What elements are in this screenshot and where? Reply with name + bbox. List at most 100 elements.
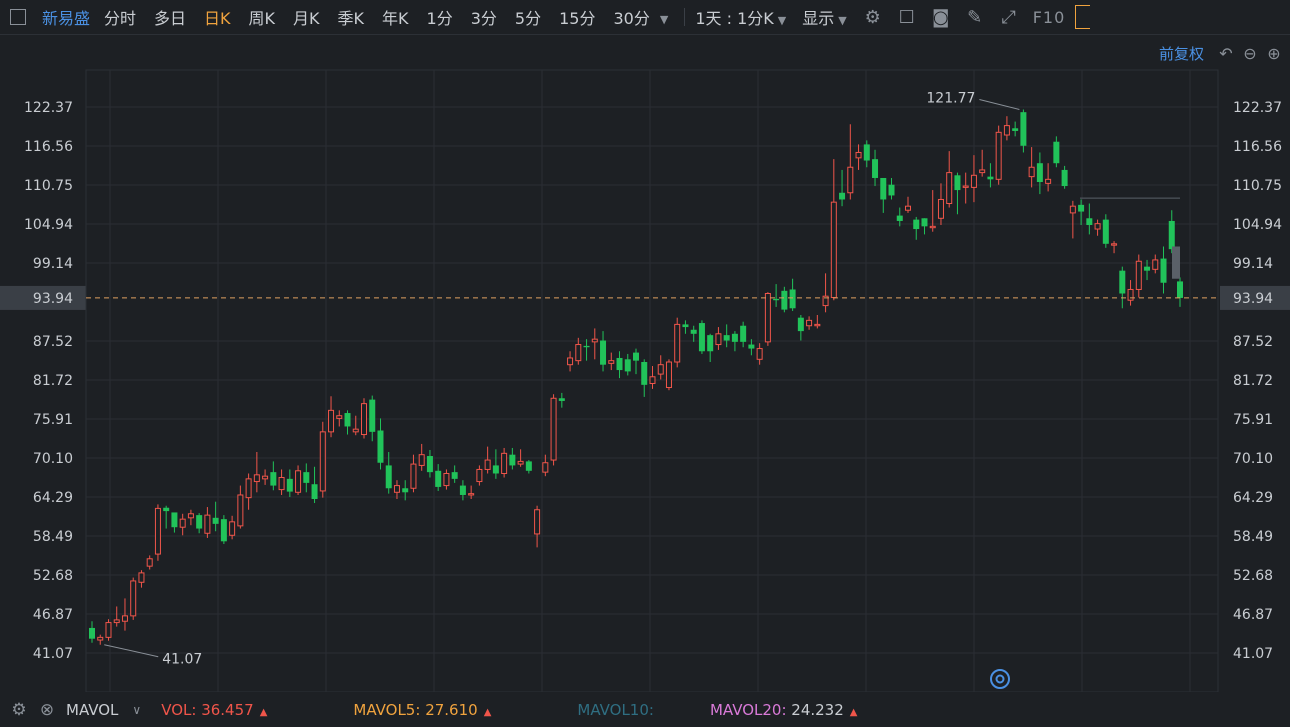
mavol5-value: 27.610 (425, 700, 478, 719)
candle-body (393, 485, 400, 493)
candle-body (987, 176, 994, 180)
y-tick-label-left: 46.87 (33, 607, 73, 623)
candle-body (1020, 112, 1027, 146)
candle-body (847, 166, 854, 194)
y-tick-label-right: 87.52 (1233, 334, 1273, 350)
candle-body (435, 470, 442, 487)
candle-body (377, 430, 384, 463)
candle-body (130, 580, 137, 617)
candle-body (616, 357, 623, 371)
candle-body (970, 174, 977, 188)
indicator-bar: ⚙ ⊗ MAVOL ∨ VOL: 36.457 ▲ MAVOL5: 27.610 ▲… (0, 692, 1290, 727)
candle-body (1028, 166, 1035, 178)
candle-body (863, 144, 870, 161)
candle-body (682, 324, 689, 328)
candle-body (624, 359, 631, 372)
candle-body (278, 477, 285, 491)
max-price-label: 121.77 (926, 90, 975, 106)
candle-body (839, 192, 846, 200)
candle-body (361, 403, 367, 436)
candle-body (707, 335, 714, 352)
candle-body (731, 333, 738, 342)
candle-body (756, 348, 763, 360)
candle-body (352, 428, 359, 433)
y-tick-label-left: 81.72 (33, 373, 73, 389)
candle-body (764, 292, 771, 343)
y-tick-label-right: 110.75 (1233, 178, 1282, 194)
candle-body (690, 329, 697, 334)
y-tick-label-right: 46.87 (1233, 607, 1273, 623)
candle-body (171, 512, 178, 528)
y-tick-label-left: 75.91 (33, 412, 73, 428)
candle-body (979, 169, 986, 174)
candle-body (154, 507, 161, 555)
candle-body (253, 474, 260, 483)
y-tick-label-left: 41.07 (33, 646, 73, 662)
candle-body (1003, 125, 1010, 136)
candle-body (1160, 258, 1167, 283)
candle-body (443, 472, 450, 487)
candle-body (830, 201, 837, 299)
y-tick-label-right: 41.07 (1233, 646, 1273, 662)
y-tick-label-left: 87.52 (33, 334, 73, 350)
candle-body (1135, 260, 1142, 290)
candle-body (657, 364, 664, 375)
y-tick-label-right: 64.29 (1233, 490, 1273, 506)
candle-body (723, 335, 730, 341)
candle-body (138, 572, 145, 583)
vol-readout: VOL: 36.457 ▲ (161, 701, 267, 719)
candle-body (517, 460, 524, 465)
up-triangle-icon: ▲ (483, 706, 492, 718)
candle-body (550, 397, 557, 461)
candle-body (402, 488, 409, 493)
chevron-down-icon[interactable]: ∨ (132, 703, 141, 717)
candle-body (328, 409, 335, 433)
candle-body (113, 619, 120, 624)
candle-body (1119, 270, 1126, 294)
y-tick-label-right: 81.72 (1233, 373, 1273, 389)
candle-body (1086, 218, 1093, 225)
candle-body (1061, 169, 1068, 187)
candle-body (187, 513, 194, 519)
candle-body (542, 462, 549, 473)
candle-body (600, 340, 607, 365)
y-tick-label-left: 70.10 (33, 451, 73, 467)
candle-body (633, 352, 639, 361)
candle-body (1111, 243, 1118, 246)
candle-body (89, 627, 95, 639)
candle-body (295, 470, 302, 493)
candle-body (311, 484, 318, 500)
candle-body (1152, 259, 1159, 270)
candle-body (179, 518, 186, 528)
candle-body (748, 344, 755, 349)
candle-body (814, 323, 821, 327)
y-tick-label-right: 116.56 (1233, 139, 1282, 155)
candle-body (369, 399, 376, 432)
candle-body (303, 472, 310, 483)
close-icon[interactable]: ⊗ (38, 700, 56, 720)
candle-body (1078, 204, 1085, 212)
candle-body (880, 177, 887, 200)
candle-body (1045, 178, 1052, 184)
candle-body (591, 338, 598, 343)
candle-body (319, 431, 326, 492)
indicator-name[interactable]: MAVOL (66, 701, 118, 719)
candle-body (426, 456, 433, 473)
candle-body (806, 319, 813, 327)
candle-body (220, 519, 227, 542)
candle-body (913, 219, 920, 230)
candle-body (344, 413, 351, 427)
candle-body (146, 558, 153, 567)
candle-body (286, 478, 293, 492)
y-tick-label-right: 99.14 (1233, 256, 1273, 272)
candle-body (937, 198, 944, 219)
y-tick-label-left: 110.75 (24, 178, 73, 194)
candle-body (789, 289, 796, 309)
y-tick-label-right: 104.94 (1233, 217, 1282, 233)
candle-body (245, 478, 252, 499)
gear-icon[interactable]: ⚙ (10, 700, 28, 720)
candlestick-chart[interactable]: 122.37 116.56 110.75 104.94 99.14 93.94 87.52 8… (0, 0, 1290, 692)
y-tick-label-right: 52.68 (1233, 568, 1273, 584)
up-triangle-icon: ▲ (849, 706, 858, 718)
mavol20-readout: MAVOL20: 24.232 ▲ (710, 701, 858, 719)
